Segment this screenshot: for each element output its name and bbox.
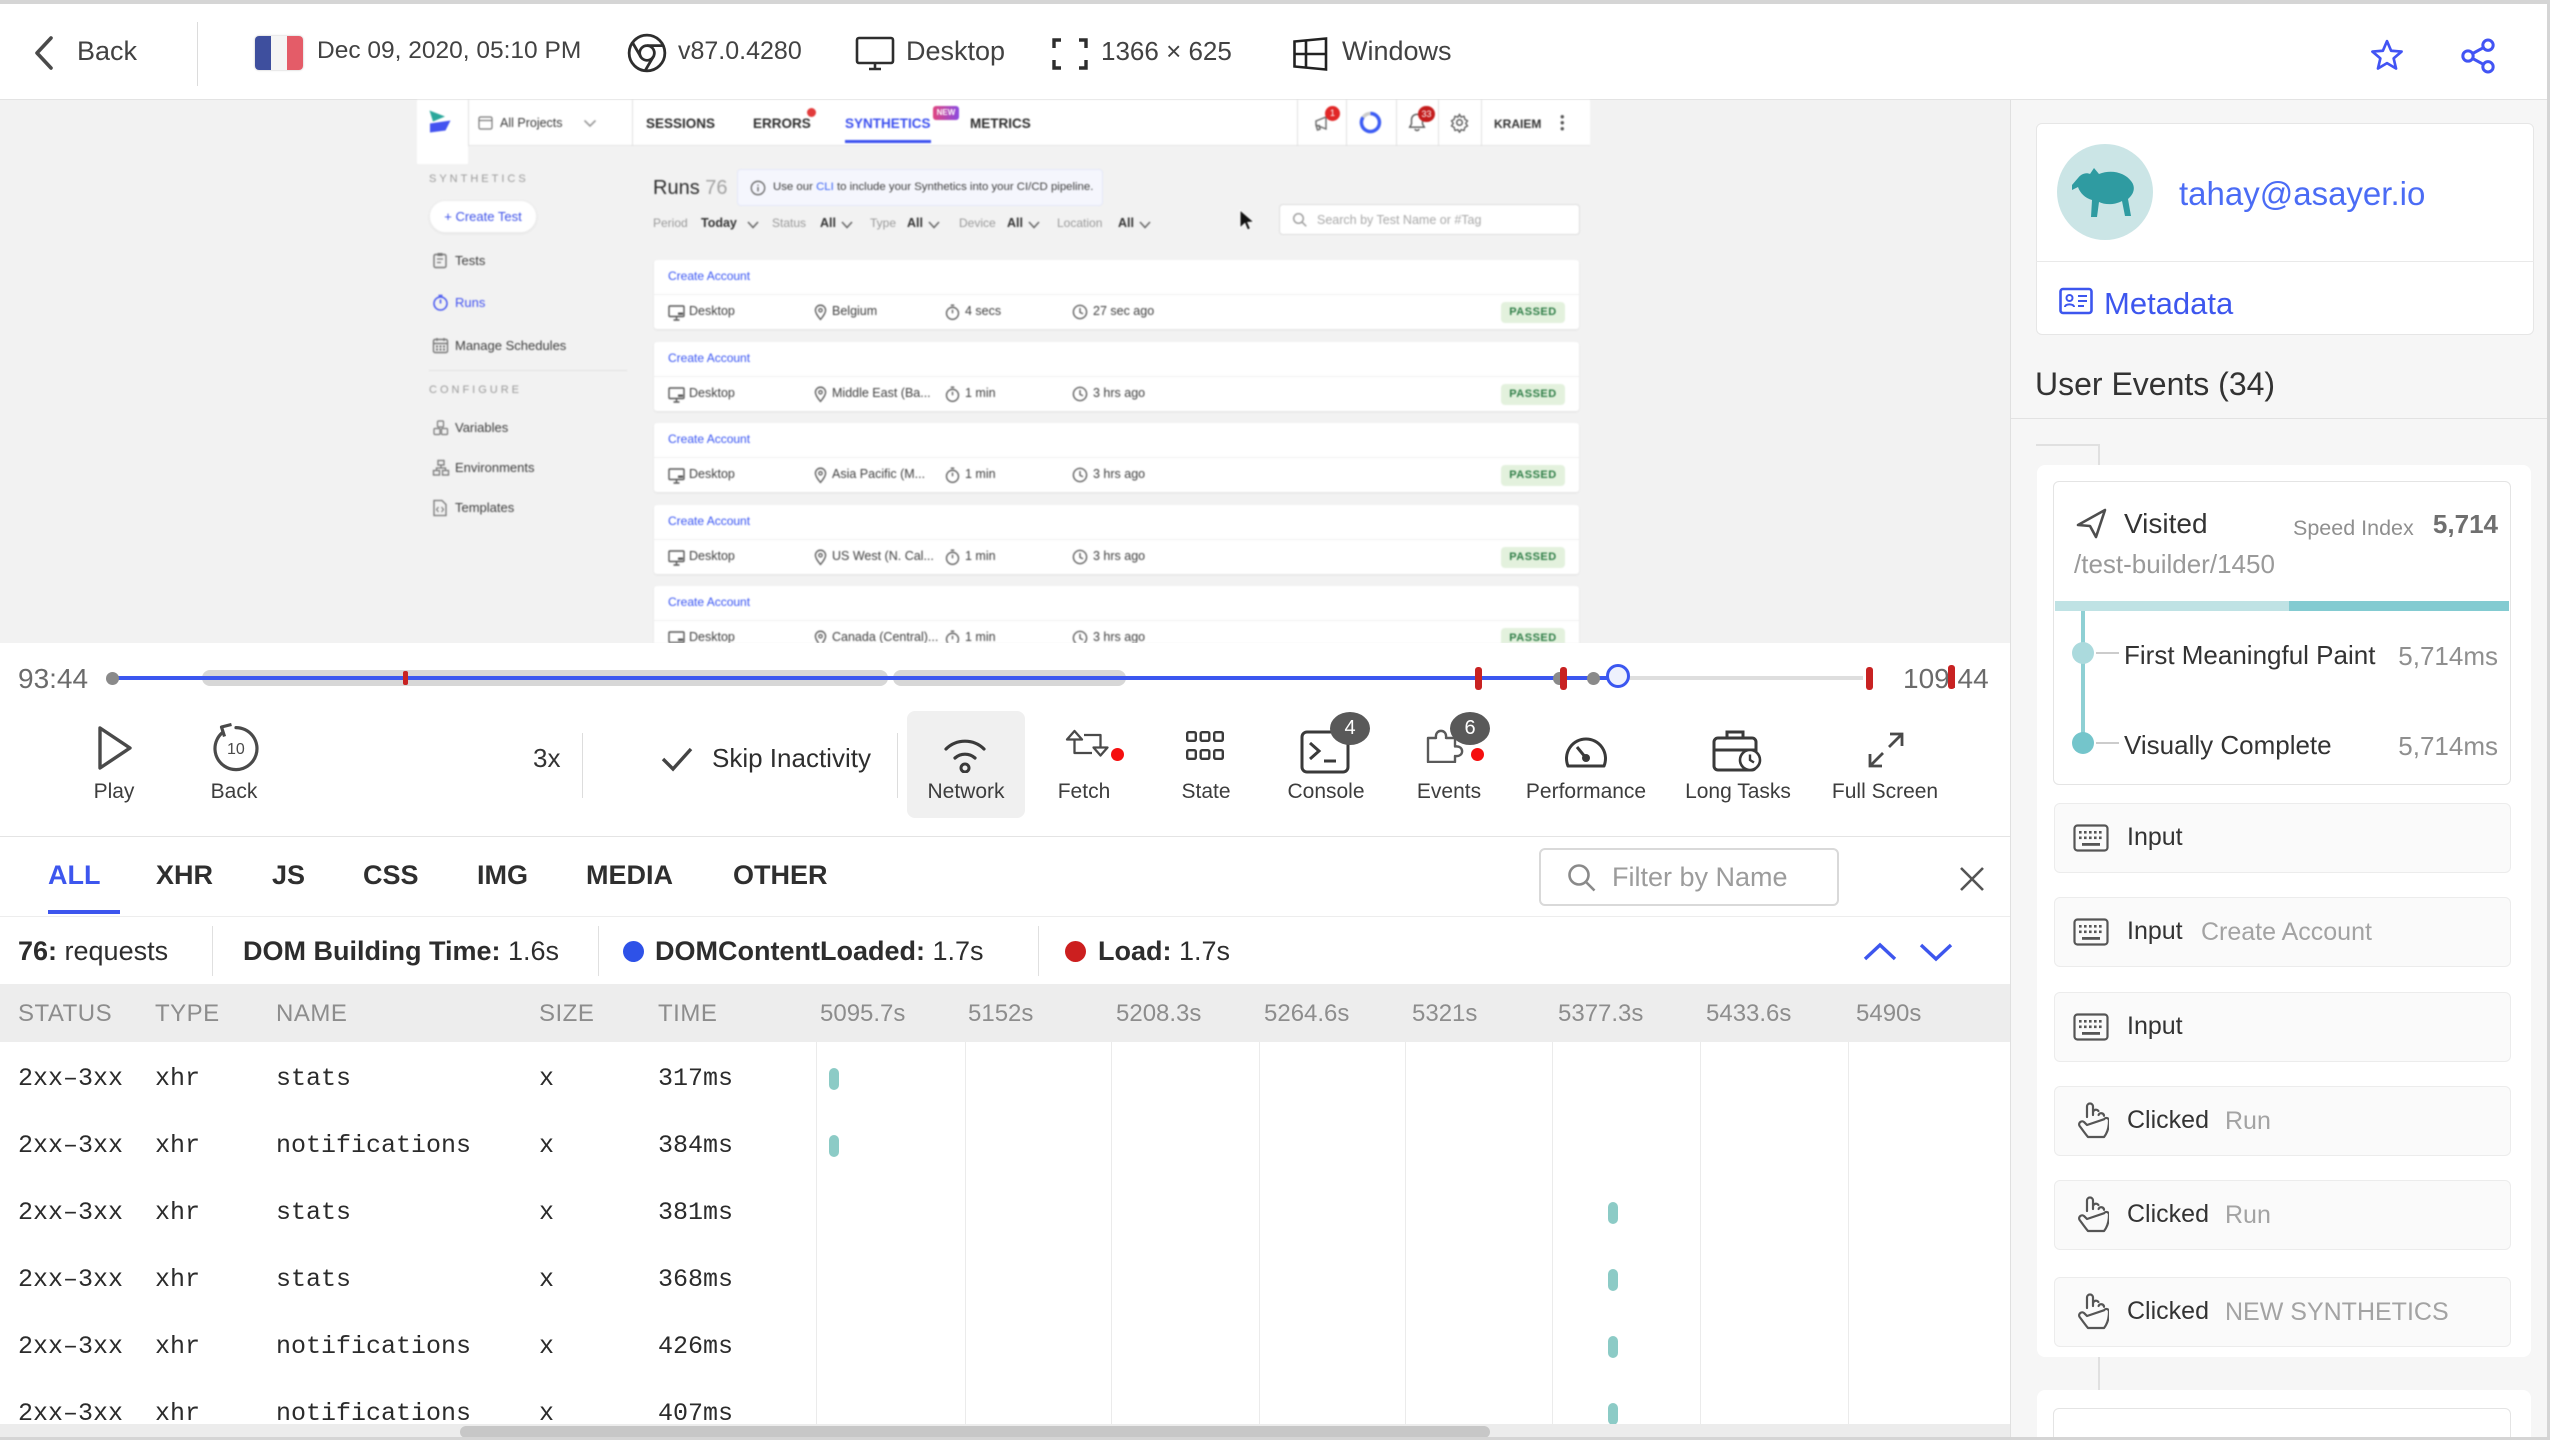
svg-text:10: 10 xyxy=(227,741,245,758)
